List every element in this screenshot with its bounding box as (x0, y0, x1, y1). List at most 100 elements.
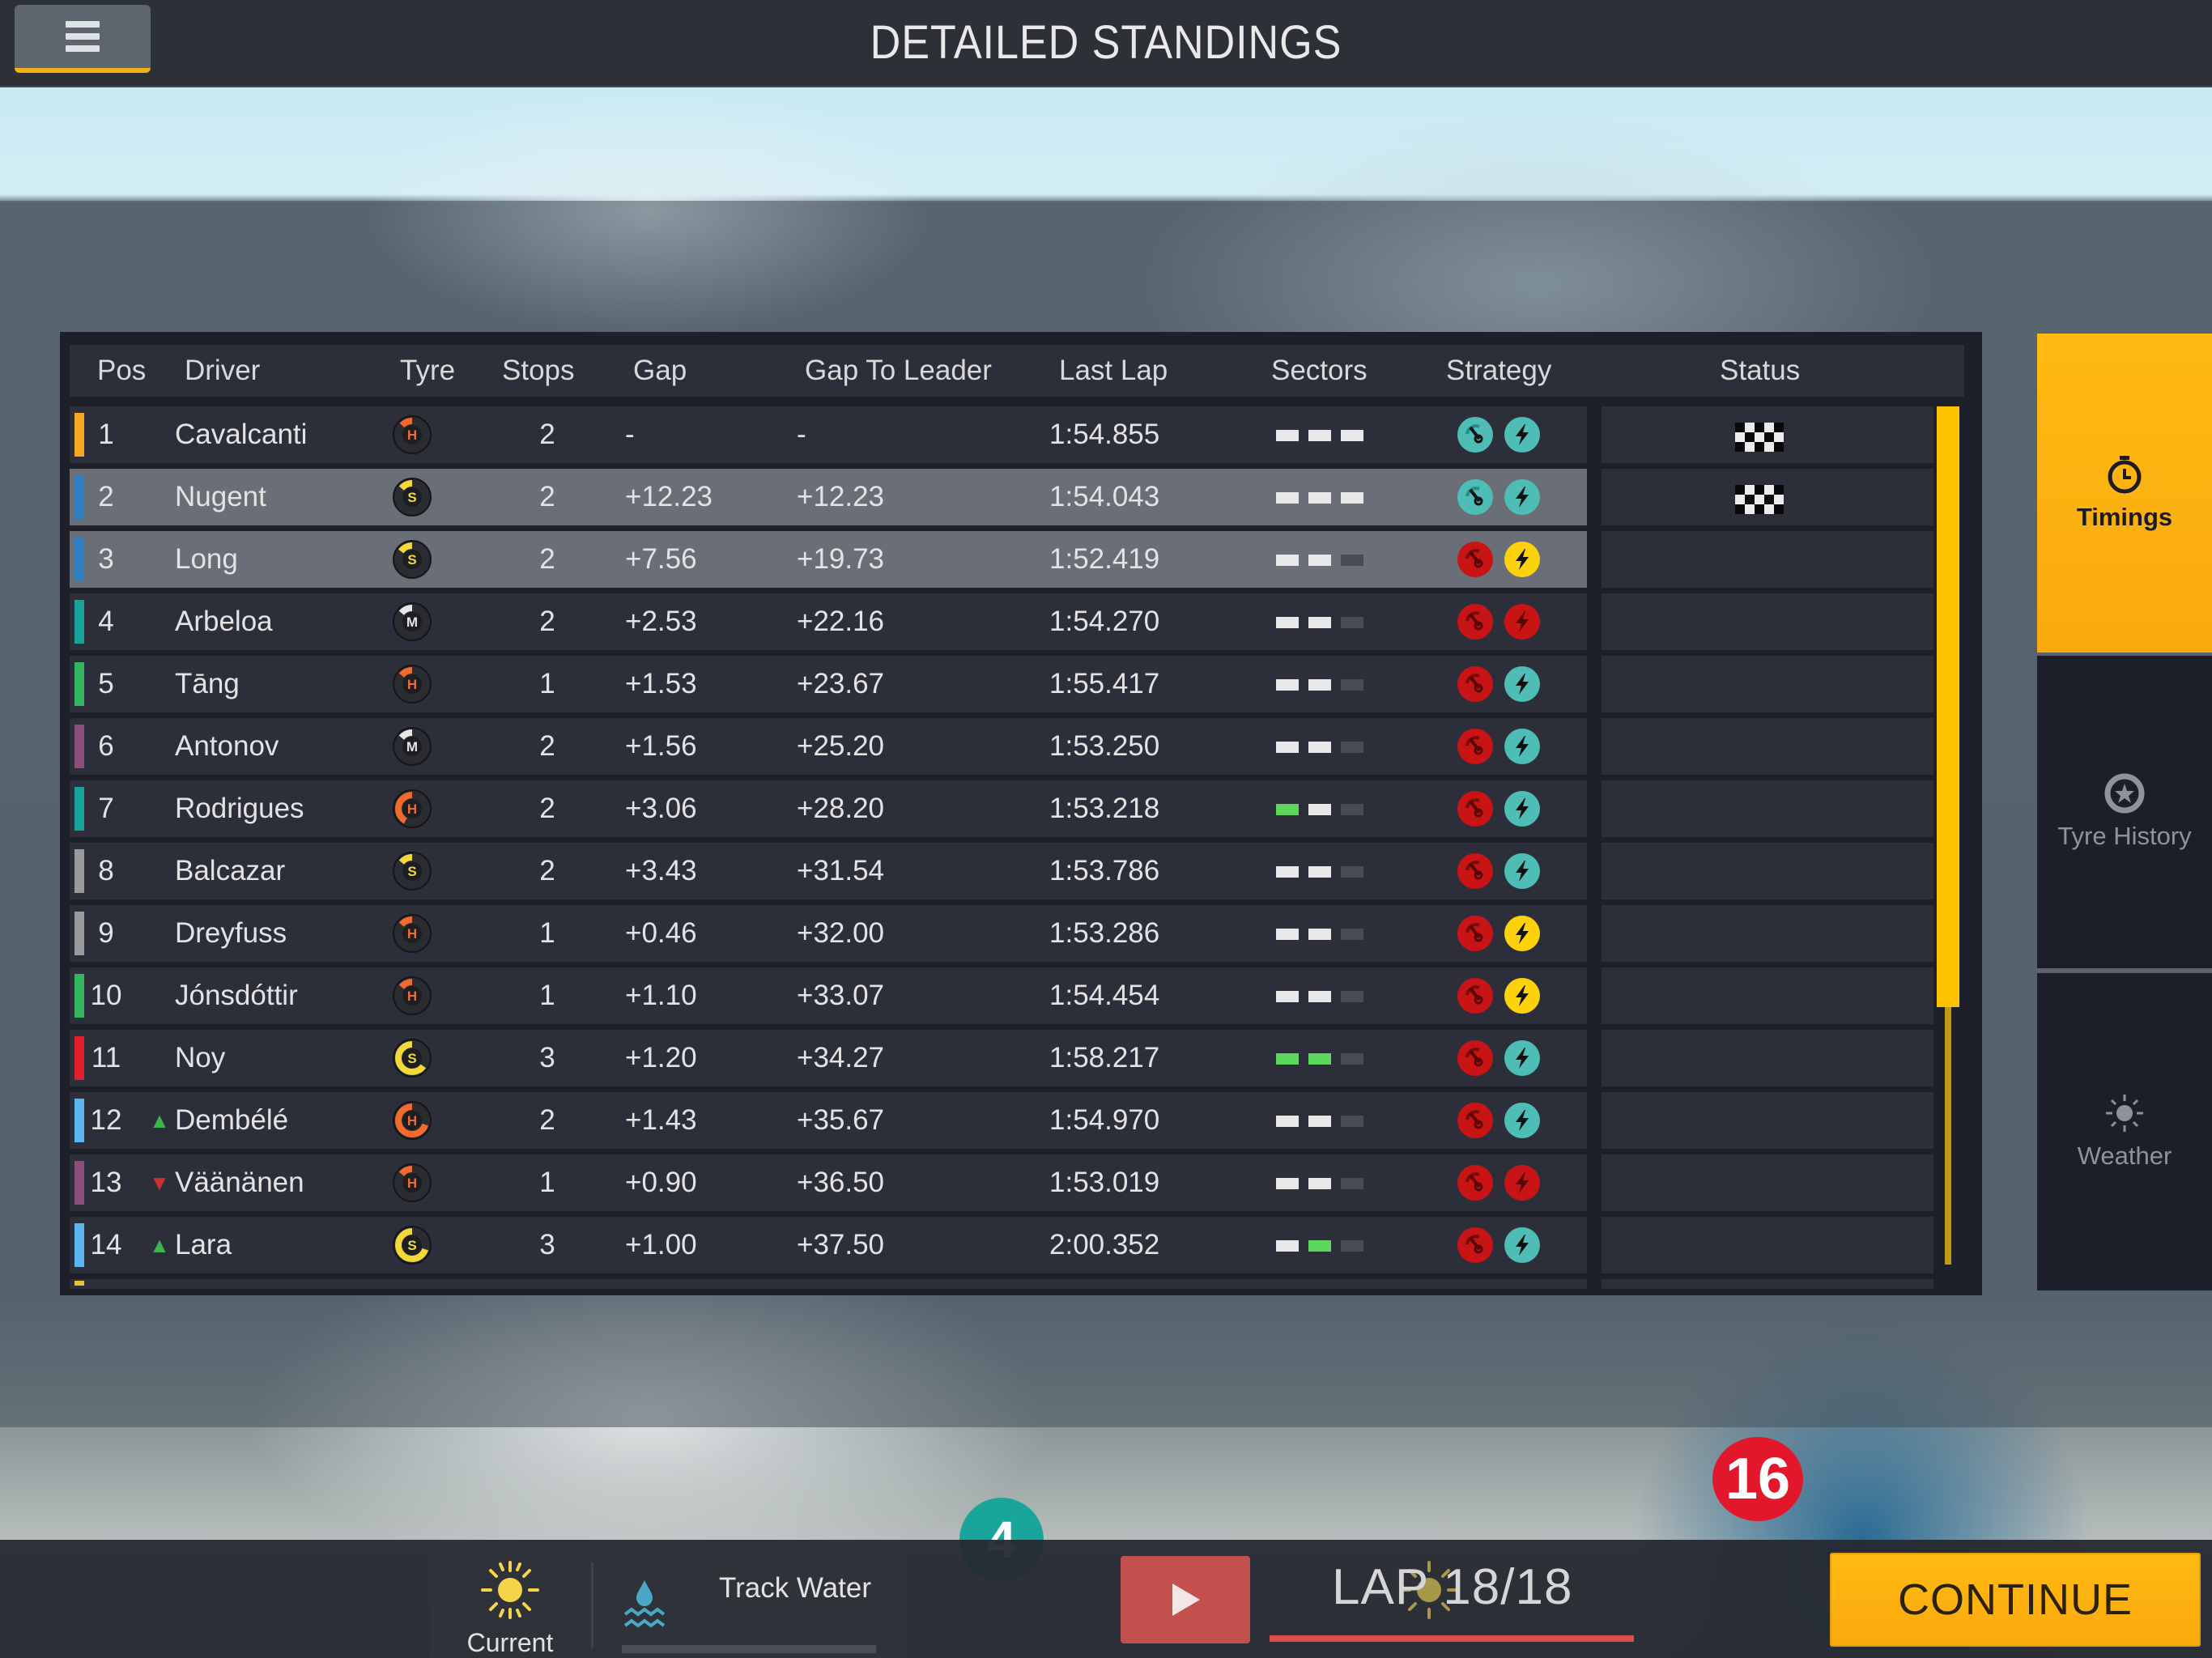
column-header-pos[interactable]: Pos (97, 345, 146, 397)
table-row[interactable]: 11 Noy S 3 +1.20 +34.27 1:58.217 (70, 1030, 1964, 1086)
lightning-icon[interactable] (1504, 417, 1540, 453)
lightning-icon[interactable] (1504, 978, 1540, 1014)
table-row[interactable]: 13 ▼ Väänänen H 1 +0.90 +36.50 1:53.019 (70, 1154, 1964, 1211)
table-row[interactable]: 9 Dreyfuss H 1 +0.46 +32.00 1:53.286 (70, 905, 1964, 962)
tyre-compound-icon: H (393, 665, 432, 704)
water-icon (623, 1580, 666, 1628)
column-header-driver[interactable]: Driver (185, 345, 260, 397)
lightning-icon[interactable] (1504, 1227, 1540, 1263)
car-marker[interactable]: 16 (1712, 1437, 1803, 1521)
strategy (1457, 479, 1540, 515)
driver-name[interactable]: Cavalcanti (175, 406, 307, 463)
gauge-icon[interactable] (1457, 1103, 1493, 1138)
gauge-icon[interactable] (1457, 666, 1493, 702)
continue-button[interactable]: CONTINUE (1830, 1553, 2201, 1647)
sector-indicator (1341, 991, 1363, 1002)
sector-indicator (1341, 1116, 1363, 1127)
position: 6 (98, 730, 114, 762)
team-color-bar (74, 1099, 84, 1142)
table-row[interactable]: 10 Jónsdóttir H 1 +1.10 +33.07 1:54.454 (70, 967, 1964, 1024)
stopwatch-icon (2108, 456, 2142, 494)
gauge-icon[interactable] (1457, 1165, 1493, 1201)
column-header-tyre[interactable]: Tyre (400, 345, 455, 397)
lightning-icon[interactable] (1504, 542, 1540, 577)
status-cell (1602, 1217, 1933, 1273)
column-header-gap[interactable]: Gap (633, 345, 687, 397)
driver-name[interactable]: Jónsdóttir (175, 967, 298, 1024)
driver-name[interactable]: Noy (175, 1030, 225, 1086)
table-row[interactable]: 6 Antonov M 2 +1.56 +25.20 1:53.250 (70, 718, 1964, 775)
play-button[interactable] (1121, 1556, 1250, 1643)
table-row[interactable]: 12 ▲ Dembélé H 2 +1.43 +35.67 1:54.970 (70, 1092, 1964, 1149)
column-header-strategy[interactable]: Strategy (1446, 345, 1551, 397)
driver-name[interactable]: Väänänen (175, 1154, 304, 1211)
driver-name[interactable]: Arbeloa (175, 593, 273, 650)
stops: 1 (539, 1167, 555, 1198)
lightning-icon[interactable] (1504, 479, 1540, 515)
standings-panel: Pos Driver Tyre Stops Gap Gap To Leader … (60, 332, 1982, 1295)
lightning-icon[interactable] (1504, 916, 1540, 951)
driver-name[interactable]: Nugent (175, 469, 266, 525)
gauge-icon[interactable] (1457, 916, 1493, 951)
gauge-icon[interactable] (1457, 729, 1493, 764)
tab-timings[interactable]: Timings (2037, 334, 2212, 653)
lightning-icon[interactable] (1504, 604, 1540, 640)
lightning-icon[interactable] (1504, 1103, 1540, 1138)
gauge-icon[interactable] (1457, 479, 1493, 515)
lightning-icon[interactable] (1504, 666, 1540, 702)
gauge-icon[interactable] (1457, 1227, 1493, 1263)
lightning-icon[interactable] (1504, 1165, 1540, 1201)
table-row[interactable]: 7 Rodrigues H 2 +3.06 +28.20 1:53.218 (70, 780, 1964, 837)
driver-name[interactable]: Rodrigues (175, 780, 304, 837)
lightning-icon[interactable] (1504, 791, 1540, 827)
last-lap: 1:54.970 (1049, 1104, 1160, 1136)
table-row[interactable]: 3 Long S 2 +7.56 +19.73 1:52.419 (70, 531, 1964, 588)
gauge-icon[interactable] (1457, 542, 1493, 577)
lightning-icon[interactable] (1504, 1040, 1540, 1076)
sector-indicator (1341, 804, 1363, 815)
tab-weather[interactable]: Weather (2037, 973, 2212, 1290)
table-row[interactable]: 14 ▲ Lara S 3 +1.00 +37.50 2:00.352 (70, 1217, 1964, 1273)
position: 10 (90, 980, 122, 1011)
sectors (1276, 929, 1363, 940)
column-header-gap-to-leader[interactable]: Gap To Leader (805, 345, 992, 397)
driver-name[interactable]: Dreyfuss (175, 905, 287, 962)
strategy (1457, 791, 1540, 827)
table-row[interactable]: 5 Tāng H 1 +1.53 +23.67 1:55.417 (70, 656, 1964, 712)
gap: +1.10 (625, 980, 697, 1011)
lightning-icon[interactable] (1504, 853, 1540, 889)
gauge-icon[interactable] (1457, 417, 1493, 453)
table-row[interactable] (70, 1279, 1964, 1289)
table-row[interactable]: 4 Arbeloa M 2 +2.53 +22.16 1:54.270 (70, 593, 1964, 650)
driver-name[interactable]: Dembélé (175, 1092, 288, 1149)
sectors (1276, 991, 1363, 1002)
track-water-bar (622, 1645, 876, 1653)
gauge-icon[interactable] (1457, 791, 1493, 827)
driver-name[interactable]: Long (175, 531, 238, 588)
lightning-icon[interactable] (1504, 729, 1540, 764)
svg-text:H: H (407, 427, 417, 443)
column-header-sectors[interactable]: Sectors (1271, 345, 1368, 397)
sector-indicator (1276, 492, 1299, 504)
table-row[interactable]: 1 Cavalcanti H 2 - - 1:54.855 (70, 406, 1964, 463)
tab-tyre-history[interactable]: Tyre History (2037, 656, 2212, 968)
driver-name[interactable]: Tāng (175, 656, 240, 712)
column-header-status[interactable]: Status (1720, 345, 1800, 397)
gauge-icon[interactable] (1457, 604, 1493, 640)
table-row[interactable]: 8 Balcazar S 2 +3.43 +31.54 1:53.786 (70, 843, 1964, 899)
driver-name[interactable]: Antonov (175, 718, 279, 775)
hamburger-menu-icon (66, 21, 100, 52)
current-weather[interactable]: Current (462, 1559, 559, 1658)
column-header-last-lap[interactable]: Last Lap (1059, 345, 1168, 397)
column-header-stops[interactable]: Stops (502, 345, 575, 397)
scrollbar-thumb[interactable] (1937, 406, 1959, 1007)
table-row[interactable]: 2 Nugent S 2 +12.23 +12.23 1:54.043 (70, 469, 1964, 525)
current-weather-label: Current (466, 1628, 554, 1657)
gauge-icon[interactable] (1457, 853, 1493, 889)
driver-name[interactable]: Balcazar (175, 843, 285, 899)
last-lap: 1:54.270 (1049, 606, 1160, 637)
gauge-icon[interactable] (1457, 1040, 1493, 1076)
driver-name[interactable]: Lara (175, 1217, 232, 1273)
status-cell (1602, 843, 1933, 899)
gauge-icon[interactable] (1457, 978, 1493, 1014)
